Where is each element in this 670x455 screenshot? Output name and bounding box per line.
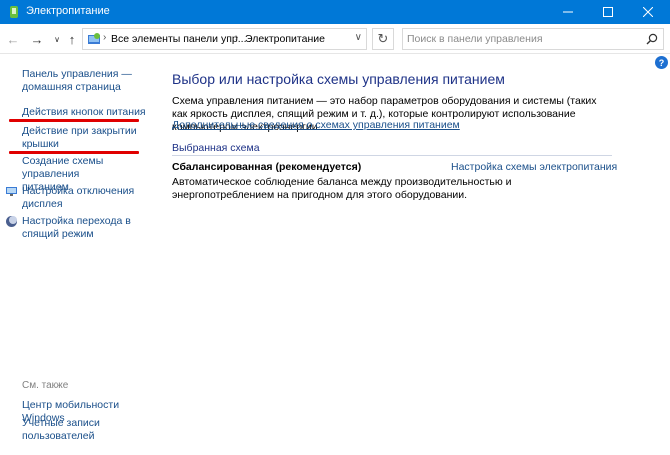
maximize-button[interactable]: [588, 0, 628, 24]
arrow-left-icon: ←: [6, 31, 20, 47]
see-also-user-accounts[interactable]: Учетные записи пользователей: [22, 417, 100, 443]
display-icon: [6, 187, 17, 196]
control-panel-icon: [88, 33, 100, 44]
minimize-icon: [563, 11, 573, 13]
breadcrumb-separator-icon: ›: [235, 32, 239, 43]
maximize-icon: [603, 7, 613, 17]
refresh-button[interactable]: ↻: [372, 28, 394, 50]
plan-description: Автоматическое соблюдение баланса между …: [172, 176, 512, 201]
left-task-pane: Панель управления — домашняя страница Де…: [0, 54, 160, 455]
breadcrumb-all-items[interactable]: Все элементы панели упр...: [111, 33, 247, 45]
plan-name: Сбалансированная (рекомендуется): [172, 161, 362, 173]
page-title: Выбор или настройка схемы управления пит…: [172, 71, 505, 87]
arrow-right-icon: →: [30, 31, 44, 47]
see-also-title: См. также: [22, 380, 69, 391]
sleep-icon: [6, 216, 17, 227]
chevron-down-icon: ∨: [54, 34, 60, 44]
breadcrumb-separator-icon: ›: [103, 32, 107, 43]
annotation-underline: [9, 151, 139, 154]
address-bar[interactable]: › Все элементы панели упр... › Электропи…: [82, 28, 367, 50]
section-divider: [172, 155, 612, 156]
sidebar-item-display-off[interactable]: Настройка отключения дисплея: [22, 185, 134, 211]
main-content: Выбор или настройка схемы управления пит…: [160, 54, 670, 455]
search-input[interactable]: [407, 31, 637, 47]
more-info-link[interactable]: Дополнительные сведения о схемах управле…: [172, 119, 460, 131]
change-plan-settings-link[interactable]: Настройка схемы электропитания: [451, 161, 617, 173]
search-box[interactable]: [402, 28, 664, 50]
search-icon: [646, 33, 658, 45]
sidebar-item-power-buttons[interactable]: Действия кнопок питания: [22, 106, 146, 119]
close-button[interactable]: [628, 0, 668, 24]
window-title: Электропитание: [26, 5, 110, 17]
selected-plan-section-title: Выбранная схема: [172, 142, 260, 154]
refresh-icon: ↻: [377, 31, 389, 46]
sidebar-item-sleep[interactable]: Настройка перехода в спящий режим: [22, 215, 131, 241]
up-button[interactable]: ↑: [63, 30, 81, 48]
annotation-underline: [9, 119, 139, 122]
forward-button[interactable]: →: [28, 30, 46, 48]
address-dropdown-icon[interactable]: ∨: [355, 32, 362, 43]
navigation-bar: ← → ∨ ↑ › Все элементы панели упр... › Э…: [0, 24, 670, 54]
breadcrumb-power-options[interactable]: Электропитание: [245, 33, 325, 45]
arrow-up-icon: ↑: [68, 31, 76, 47]
minimize-button[interactable]: [548, 0, 588, 24]
back-button[interactable]: ←: [4, 30, 22, 48]
close-icon: [643, 7, 653, 17]
sidebar-item-control-panel-home[interactable]: Панель управления — домашняя страница: [22, 68, 132, 94]
power-options-icon: [10, 6, 18, 18]
title-bar: Электропитание: [0, 0, 670, 24]
sidebar-item-lid-close[interactable]: Действие при закрытии крышки: [22, 125, 137, 151]
